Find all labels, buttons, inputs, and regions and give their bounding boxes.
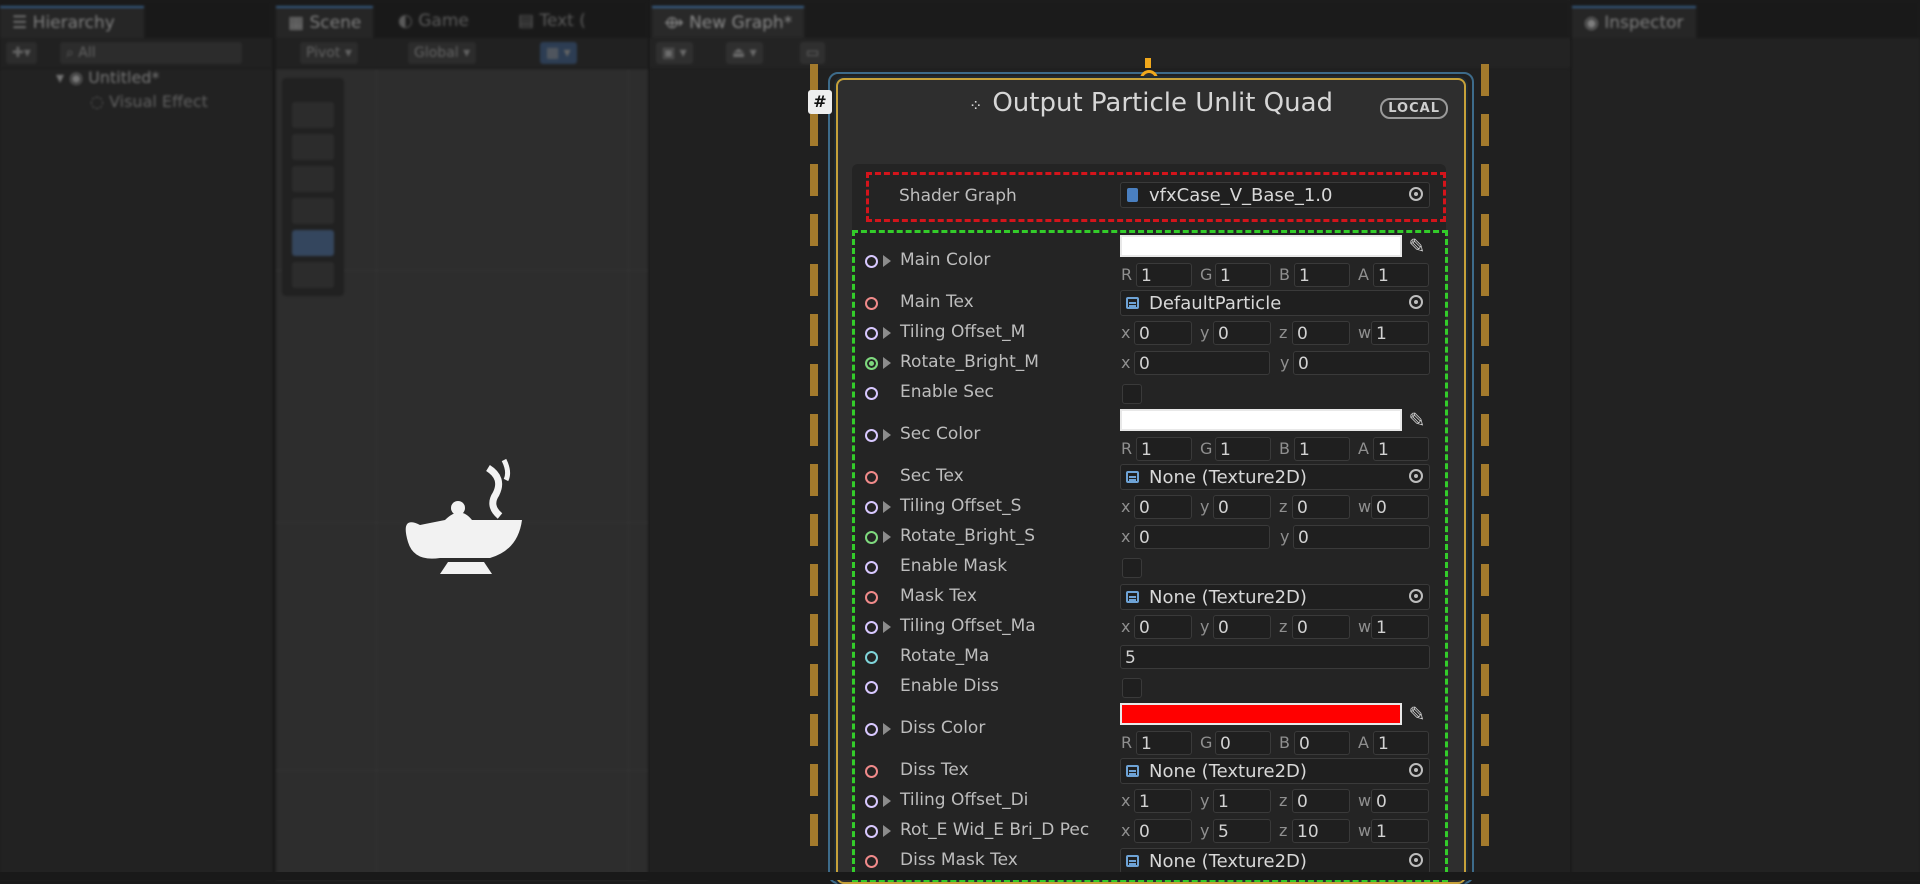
child-name: Visual Effect xyxy=(109,92,208,111)
flow-input-connector xyxy=(1145,58,1151,68)
visual-effect-gizmo-icon xyxy=(405,458,522,574)
rotate-tool-button[interactable] xyxy=(292,166,334,192)
blackboard-button[interactable]: ▭ xyxy=(800,42,826,64)
tool-palette xyxy=(282,78,344,296)
add-button[interactable]: ✚▾ xyxy=(6,42,37,64)
tab-graph-label: New Graph* xyxy=(689,13,793,33)
pivot-dropdown[interactable]: Pivot ▾ xyxy=(300,42,358,64)
graph-tabbar: ⟴ New Graph* xyxy=(650,0,1570,38)
tab-text[interactable]: ▤ Text ( xyxy=(506,6,598,36)
tab-text-label: Text ( xyxy=(539,11,586,31)
scene-tabbar: ▦ Scene ◐ Game ▤ Text ( xyxy=(276,0,648,38)
search-placeholder: All xyxy=(78,45,96,61)
properties-highlight xyxy=(852,230,1448,882)
flow-edge-right xyxy=(1481,64,1489,864)
scene-toolbar: Pivot ▾ Global ▾ ▦ ▾ xyxy=(276,38,648,69)
tab-scene[interactable]: ▦ Scene xyxy=(276,6,374,38)
hash-icon: # xyxy=(808,90,832,114)
tab-inspector[interactable]: ◉ Inspector xyxy=(1572,6,1696,38)
move-tool-button[interactable] xyxy=(292,134,334,160)
scene-panel: ▦ Scene ◐ Game ▤ Text ( Pivot ▾ Global ▾… xyxy=(276,0,648,880)
global-dropdown[interactable]: Global ▾ xyxy=(408,42,477,64)
node-title: ⁘ Output Particle Unlit Quad xyxy=(838,88,1464,118)
tab-new-graph[interactable]: ⟴ New Graph* xyxy=(652,6,805,38)
tab-game-label: Game xyxy=(418,11,469,31)
node-title-text: Output Particle Unlit Quad xyxy=(992,88,1334,118)
tab-hierarchy[interactable]: ☰ Hierarchy xyxy=(0,6,144,38)
visual-effect-row[interactable]: ◌ Visual Effect xyxy=(90,92,208,111)
search-input[interactable]: ⌕ All xyxy=(60,42,242,64)
scale-tool-button[interactable] xyxy=(292,198,334,224)
hierarchy-panel: ☰ Hierarchy ✚▾ ⌕ All ▾ ◉ Untitled* ◌ Vis… xyxy=(0,0,272,880)
grid-line xyxy=(376,70,377,880)
transform-tool-button[interactable] xyxy=(292,262,334,288)
tab-game[interactable]: ◐ Game xyxy=(386,6,481,36)
pivot-label: Pivot xyxy=(306,45,341,61)
scene-row[interactable]: ▾ ◉ Untitled* xyxy=(56,68,159,87)
particle-output-icon: ⁘ xyxy=(968,96,983,115)
rect-tool-button[interactable] xyxy=(292,230,334,256)
shader-graph-highlight xyxy=(866,172,1446,222)
global-label: Global xyxy=(414,45,459,61)
hierarchy-tabbar: ☰ Hierarchy xyxy=(0,0,272,38)
grid-line xyxy=(628,70,629,880)
flow-edge-left xyxy=(810,64,818,864)
save-button[interactable]: ▣ ▾ xyxy=(656,42,693,64)
grid-toggle[interactable]: ▦ ▾ xyxy=(540,42,577,64)
tab-hierarchy-label: Hierarchy xyxy=(32,13,115,33)
grid-line xyxy=(276,770,648,771)
space-badge[interactable]: LOCAL xyxy=(1380,98,1448,119)
scene-name: Untitled* xyxy=(88,68,160,87)
status-bar xyxy=(0,872,1920,880)
inspector-tabbar: ◉ Inspector xyxy=(1572,0,1920,38)
inspector-panel: ◉ Inspector xyxy=(1572,0,1920,880)
graph-toolbar: ▣ ▾ ⏏ ▾ ▭ xyxy=(650,38,1570,69)
tab-inspector-label: Inspector xyxy=(1604,13,1684,33)
hand-tool-button[interactable] xyxy=(292,102,334,128)
auto-compile-button[interactable]: ⏏ ▾ xyxy=(726,42,763,64)
tab-scene-label: Scene xyxy=(309,13,362,33)
hierarchy-toolbar: ✚▾ ⌕ All xyxy=(0,38,272,69)
